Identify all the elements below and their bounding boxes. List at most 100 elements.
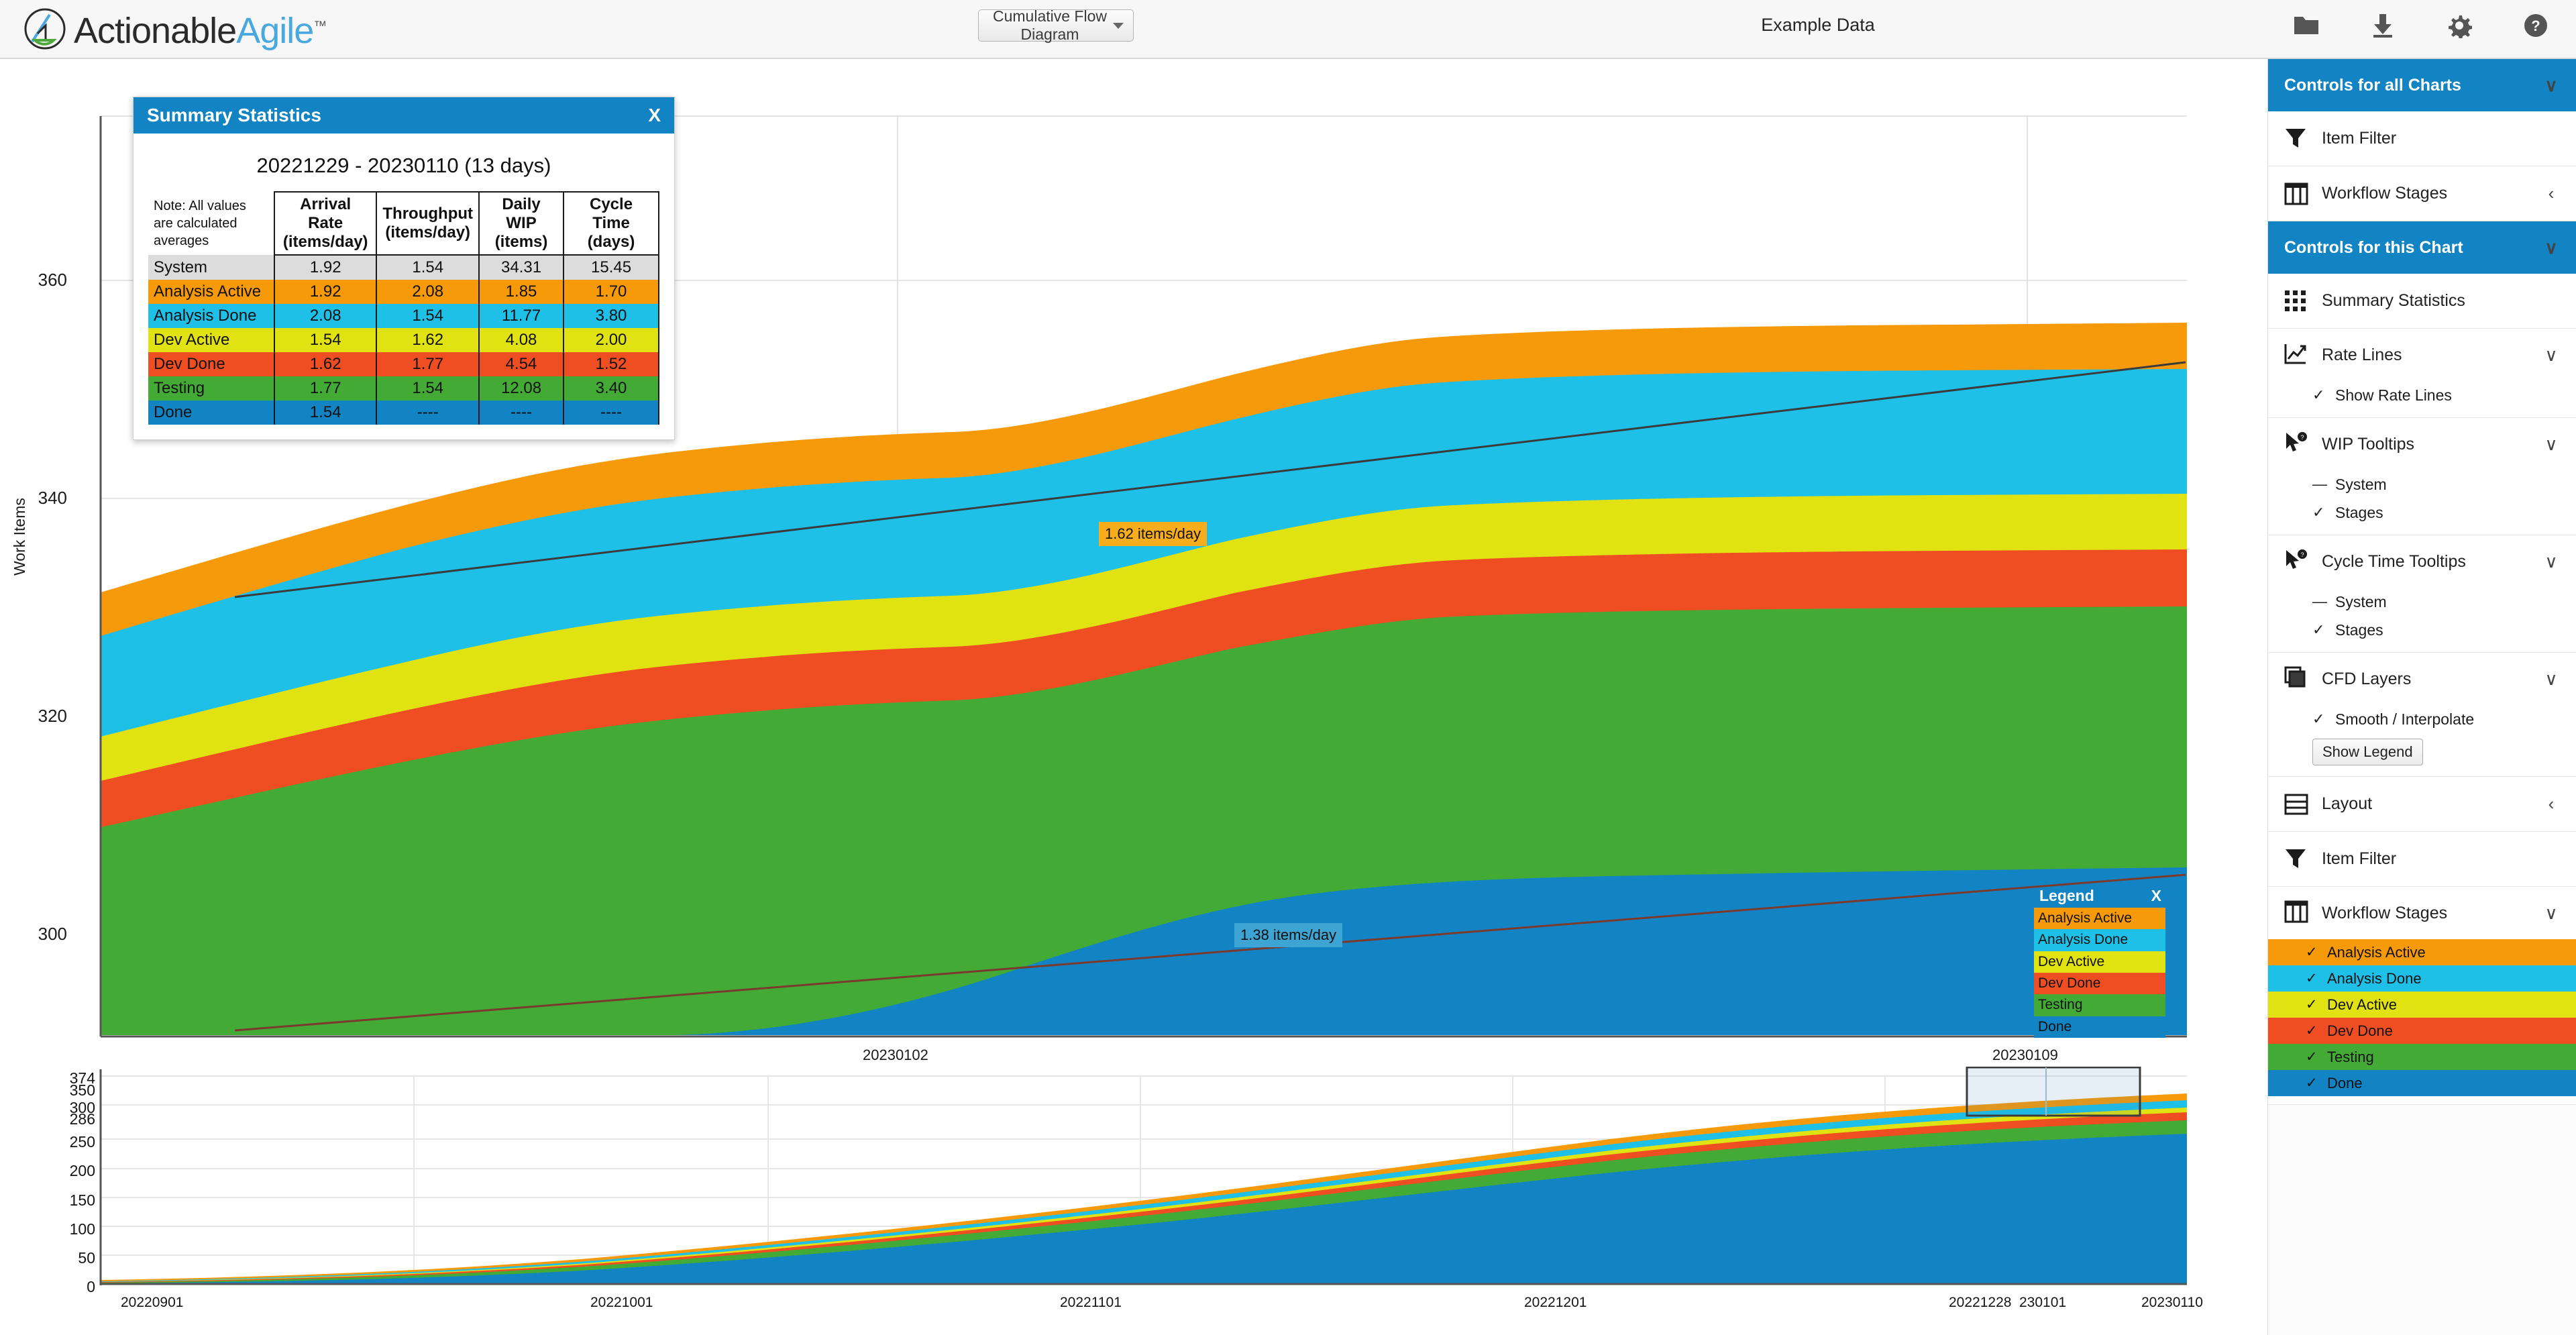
checkbox-option[interactable]: — System [2268,470,2576,498]
check-icon: ✓ [2306,997,2318,1012]
workflow-stage-list: ✓ Analysis Active ✓ Analysis Done ✓ Dev Activ… [2268,939,2576,1096]
sidebar-item-workflow-stages[interactable]: Workflow Stages ‹ [2268,166,2576,221]
legend-item[interactable]: Analysis Active [2034,908,2165,930]
legend-item[interactable]: Testing [2034,994,2165,1016]
legend-item[interactable]: Dev Done [2034,973,2165,995]
app-logo[interactable]: ActionableAgile™ [23,4,327,53]
table-row: Dev Active 1.54 1.62 4.08 2.00 [148,328,659,352]
checkbox-option[interactable]: ✓ Stages [2268,498,2576,527]
mini-overview-chart[interactable]: 374 350 300 286 250 200 150 100 50 0 202… [0,1067,2267,1335]
legend-item[interactable]: Done [2034,1016,2165,1038]
stat-cell: 1.77 [273,376,378,400]
sidebar-item-label: Item Filter [2322,129,2397,148]
sidebar-item-layout[interactable]: Layout ‹ [2268,777,2576,832]
summary-date-range: 20221229 - 20230110 (13 days) [256,154,551,177]
group-header[interactable]: Rate Lines ∨ [2268,329,2576,381]
checkbox-option[interactable]: ✓ Smooth / Interpolate [2268,705,2576,733]
stage-label: Done [2327,1074,2363,1091]
sidebar-item-item-filter-chart[interactable]: Item Filter [2268,832,2576,887]
chevron-down-icon: ∨ [2544,551,2558,572]
svg-text:?: ? [2531,17,2540,34]
sidebar-item-item-filter[interactable]: Item Filter [2268,111,2576,166]
stage-name-cell: Done [148,400,275,425]
stat-cell: 1.54 [376,304,480,328]
stage-name-cell: Dev Done [148,352,275,376]
stat-cell: 1.62 [376,328,480,352]
chevron-down-icon: ∨ [2544,344,2558,365]
columns-icon [2284,900,2322,926]
sidebar-control-groups: Rate Lines ∨ ✓ Show Rate Lines ? WIP Tooltips… [2268,329,2576,777]
filter-icon [2284,847,2322,871]
group-label: CFD Layers [2322,669,2412,688]
mini-x-tick: 20220901 [121,1295,184,1310]
section-controls-all-charts[interactable]: Controls for all Charts ∨ [2268,59,2576,111]
workflow-stage-item[interactable]: ✓ Dev Active [2268,992,2576,1018]
logo-text-secondary: Agile [236,11,314,51]
column-header: Throughput (items/day) [376,191,480,256]
stat-cell: 3.80 [563,304,659,328]
check-icon: ✓ [2312,386,2325,403]
stat-cell: ---- [563,400,659,425]
close-icon[interactable]: X [2151,887,2161,905]
checkbox-option[interactable]: ✓ Stages [2268,616,2576,644]
brush-selection[interactable] [1966,1067,2141,1117]
workflow-stage-item[interactable]: ✓ Done [2268,1070,2576,1096]
close-icon[interactable]: X [648,105,661,126]
sidebar-group-rate-lines: Rate Lines ∨ ✓ Show Rate Lines [2268,329,2576,418]
check-icon: ✓ [2312,504,2325,521]
stat-cell: 15.45 [563,255,659,280]
option-label: Smooth / Interpolate [2335,710,2475,728]
controls-sidebar: Controls for all Charts ∨ Item Filter Wo… [2267,59,2576,1335]
stat-cell: 1.85 [478,280,565,304]
actionableagile-logo-icon [23,7,67,51]
group-label: Rate Lines [2322,345,2402,364]
group-header-workflow-stages[interactable]: Workflow Stages ∨ [2268,887,2576,939]
x-axis-tick: 20230109 [1992,1047,2058,1063]
table-row: Analysis Active 1.92 2.08 1.85 1.70 [148,280,659,304]
stat-cell: 4.54 [478,352,565,376]
chart-type-selector[interactable]: Cumulative Flow Diagram [978,7,1134,43]
download-icon[interactable] [2368,11,2398,40]
workflow-stage-item[interactable]: ✓ Dev Done [2268,1018,2576,1044]
help-icon[interactable]: ? [2521,11,2551,40]
dash-icon: — [2312,476,2327,492]
mini-x-tick: 20221201 [1524,1295,1587,1310]
stage-name-cell: System [148,255,275,280]
workflow-stage-item[interactable]: ✓ Analysis Done [2268,965,2576,992]
columns-icon [2284,182,2322,205]
checkbox-option[interactable]: ✓ Show Rate Lines [2268,381,2576,409]
group-header[interactable]: CFD Layers ∨ [2268,653,2576,705]
option-label: System [2335,592,2387,610]
summary-statistics-titlebar[interactable]: Summary Statistics X [133,97,674,134]
table-row: Dev Done 1.62 1.77 4.54 1.52 [148,352,659,376]
stat-cell: 4.08 [478,328,565,352]
mini-chart-svg[interactable] [0,1067,2267,1295]
show-legend-button[interactable]: Show Legend [2312,739,2423,765]
stage-label: Dev Active [2327,996,2397,1013]
legend-item[interactable]: Dev Active [2034,951,2165,973]
workflow-stage-item[interactable]: ✓ Testing [2268,1044,2576,1070]
check-icon: ✓ [2312,710,2325,727]
group-header[interactable]: ? Cycle Time Tooltips ∨ [2268,535,2576,588]
group-header[interactable]: ? WIP Tooltips ∨ [2268,418,2576,470]
section-controls-this-chart[interactable]: Controls for this Chart ∨ [2268,221,2576,274]
sidebar-item-label: Summary Statistics [2322,291,2465,310]
section-title: Controls for all Charts [2284,75,2461,95]
stat-cell: 1.54 [273,400,378,425]
folder-icon[interactable] [2292,11,2321,40]
summary-statistics-panel[interactable]: Summary Statistics X 20221229 - 20230110… [133,97,675,440]
chart-legend[interactable]: Legend X Analysis Active Analysis Done Dev… [2034,886,2165,1038]
table-row: Done 1.54 ---- ---- ---- [148,400,659,425]
legend-item[interactable]: Analysis Done [2034,929,2165,951]
stat-cell: 34.31 [478,255,565,280]
chevron-down-icon: ∨ [2544,237,2558,258]
sidebar-item-summary-statistics[interactable]: Summary Statistics [2268,274,2576,329]
stat-cell: 1.62 [273,352,378,376]
gear-icon[interactable] [2445,11,2474,40]
checkbox-option[interactable]: — System [2268,588,2576,616]
workflow-stage-item[interactable]: ✓ Analysis Active [2268,939,2576,965]
check-icon: ✓ [2306,945,2318,960]
chevron-left-icon: ‹ [2548,183,2555,203]
dataset-title: Example Data [1761,15,1875,35]
stat-cell: 2.00 [563,328,659,352]
